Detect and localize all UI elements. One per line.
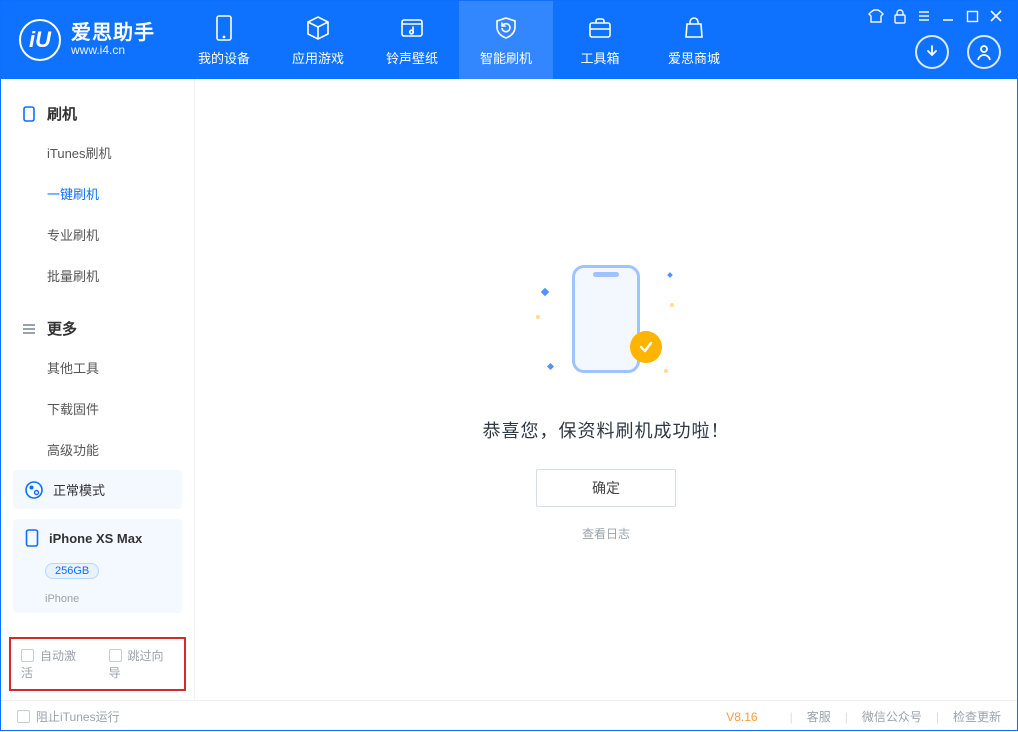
device-mode[interactable]: 正常模式: [13, 470, 182, 509]
music-folder-icon: [398, 14, 426, 42]
app-url: www.i4.cn: [71, 44, 155, 57]
support-link[interactable]: 客服: [807, 708, 831, 725]
sidebar-item-itunes-flash[interactable]: iTunes刷机: [1, 132, 194, 173]
device-name: iPhone XS Max: [49, 531, 142, 546]
device-card[interactable]: iPhone XS Max 256GB iPhone: [13, 519, 182, 613]
download-button[interactable]: [915, 35, 949, 69]
briefcase-icon: [586, 14, 614, 42]
ok-button[interactable]: 确定: [536, 469, 676, 507]
sidebar-group-flash: 刷机: [1, 95, 194, 132]
block-itunes-checkbox[interactable]: 阻止iTunes运行: [17, 708, 120, 725]
phone-illustration-icon: [572, 265, 640, 373]
tshirt-icon[interactable]: [867, 7, 885, 25]
mode-icon: [25, 481, 43, 499]
tab-device[interactable]: 我的设备: [177, 1, 271, 79]
sidebar-group-more: 更多: [1, 310, 194, 347]
tab-store[interactable]: 爱思商城: [647, 1, 741, 79]
tab-ring[interactable]: 铃声壁纸: [365, 1, 459, 79]
status-bar: 阻止iTunes运行 V8.16 | 客服 | 微信公众号 | 检查更新: [1, 700, 1017, 732]
maximize-icon[interactable]: [963, 7, 981, 25]
check-update-link[interactable]: 检查更新: [953, 708, 1001, 725]
account-button[interactable]: [967, 35, 1001, 69]
success-illustration: [546, 259, 666, 379]
device-type: iPhone: [45, 593, 79, 605]
device-storage: 256GB: [45, 563, 99, 579]
tab-label: 铃声壁纸: [386, 48, 438, 67]
view-log-link[interactable]: 查看日志: [582, 525, 630, 542]
logo-mark-icon: iU: [19, 19, 61, 61]
tab-label: 工具箱: [580, 48, 619, 67]
minimize-icon[interactable]: [939, 7, 957, 25]
phone-small-icon: [21, 106, 37, 122]
sidebar-item-advanced[interactable]: 高级功能: [1, 429, 194, 470]
list-icon: [21, 321, 37, 337]
device-small-icon: [25, 529, 39, 547]
main-content: 恭喜您，保资料刷机成功啦！ 确定 查看日志: [195, 79, 1017, 700]
tab-tools[interactable]: 工具箱: [553, 1, 647, 79]
bag-icon: [680, 14, 708, 42]
cube-icon: [304, 14, 332, 42]
sidebar-item-onekey-flash[interactable]: 一键刷机: [1, 173, 194, 214]
tab-label: 我的设备: [198, 48, 250, 67]
auto-activate-checkbox[interactable]: 自动激活: [21, 647, 87, 681]
menu-icon[interactable]: [915, 7, 933, 25]
close-icon[interactable]: [987, 7, 1005, 25]
sidebar-item-other-tools[interactable]: 其他工具: [1, 347, 194, 388]
success-message: 恭喜您，保资料刷机成功啦！: [483, 417, 730, 443]
flash-options-box: 自动激活 跳过向导: [9, 637, 186, 691]
tab-flash[interactable]: 智能刷机: [459, 1, 553, 79]
app-name: 爱思助手: [71, 23, 155, 44]
top-bar: iU 爱思助手 www.i4.cn 我的设备 应用游戏 铃声壁纸: [1, 1, 1017, 79]
tab-label: 智能刷机: [480, 48, 532, 67]
sidebar-item-batch-flash[interactable]: 批量刷机: [1, 255, 194, 296]
main-tabs: 我的设备 应用游戏 铃声壁纸 智能刷机 工具箱: [177, 1, 741, 79]
sidebar-item-pro-flash[interactable]: 专业刷机: [1, 214, 194, 255]
lock-icon[interactable]: [891, 7, 909, 25]
wechat-link[interactable]: 微信公众号: [862, 708, 922, 725]
sidebar-item-download-fw[interactable]: 下载固件: [1, 388, 194, 429]
tab-label: 应用游戏: [292, 48, 344, 67]
skip-guide-checkbox[interactable]: 跳过向导: [109, 647, 175, 681]
app-logo: iU 爱思助手 www.i4.cn: [1, 19, 177, 61]
device-icon: [210, 14, 238, 42]
tab-apps[interactable]: 应用游戏: [271, 1, 365, 79]
version-label: V8.16: [726, 710, 757, 724]
check-badge-icon: [630, 331, 662, 363]
shield-refresh-icon: [492, 14, 520, 42]
tab-label: 爱思商城: [668, 48, 720, 67]
sidebar: 刷机 iTunes刷机 一键刷机 专业刷机 批量刷机 更多 其他工具 下载固件 …: [1, 79, 195, 700]
device-mode-label: 正常模式: [53, 480, 105, 499]
